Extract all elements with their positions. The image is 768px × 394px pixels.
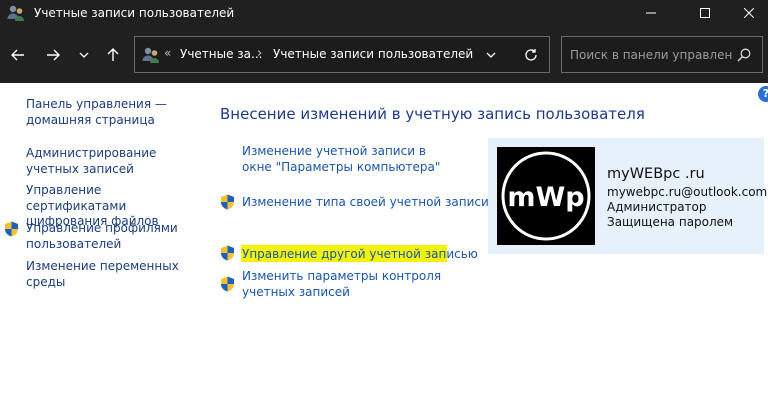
avatar: mWp xyxy=(497,147,595,245)
minimize-icon xyxy=(646,12,656,14)
users-icon xyxy=(7,5,24,21)
close-icon xyxy=(744,8,754,18)
task-link-manage-another-account[interactable]: Управление другой учетной записью xyxy=(242,247,478,263)
user-account-card: mWp myWEBpc .ru mywebpc.ru@outlook.com А… xyxy=(488,138,768,254)
avatar-text: mWp xyxy=(507,182,584,213)
chevron-down-icon xyxy=(486,52,496,58)
close-button[interactable] xyxy=(726,0,768,26)
breadcrumb-separator[interactable]: › xyxy=(257,46,262,61)
recent-locations-button[interactable] xyxy=(72,43,96,67)
search-box[interactable] xyxy=(561,36,763,73)
back-button[interactable] xyxy=(6,43,30,67)
forward-button[interactable] xyxy=(41,43,65,67)
maximize-icon xyxy=(700,8,710,18)
sidebar-item-environment-variables[interactable]: Изменение переменных среды xyxy=(26,259,201,290)
uac-shield-icon xyxy=(221,194,234,210)
user-password-status: Защищена паролем xyxy=(607,215,734,229)
task-link-uac-settings[interactable]: Изменить параметры контроля учетных запи… xyxy=(242,269,472,300)
page-title: Внесение изменений в учетную запись поль… xyxy=(220,105,645,123)
address-bar[interactable]: « Учетные за... › Учетные записи пользов… xyxy=(134,36,550,73)
avatar-logo: mWp xyxy=(501,151,591,241)
address-dropdown-button[interactable] xyxy=(483,47,499,63)
refresh-icon xyxy=(525,49,537,61)
task-link-pc-settings[interactable]: Изменение учетной записи в окне "Парамет… xyxy=(242,144,442,175)
task-link-change-account-type[interactable]: Изменение типа своей учетной записи xyxy=(242,195,489,211)
maximize-button[interactable] xyxy=(682,0,728,26)
minimize-button[interactable] xyxy=(628,0,674,26)
search-icon[interactable] xyxy=(736,47,752,63)
search-input[interactable] xyxy=(562,37,732,72)
user-name: myWEBpc .ru xyxy=(607,166,705,182)
chevron-down-icon xyxy=(79,52,89,58)
navigation-bar: « Учетные за... › Учетные записи пользов… xyxy=(0,26,768,83)
up-button[interactable] xyxy=(101,43,125,67)
breadcrumb-overflow[interactable]: « xyxy=(164,46,171,60)
sidebar-item-user-profiles[interactable]: Управление профилями пользователей xyxy=(26,221,201,252)
window-title: Учетные записи пользователей xyxy=(34,6,235,20)
help-icon[interactable]: ? xyxy=(758,86,768,102)
users-icon xyxy=(142,47,159,63)
sidebar-item-account-administration[interactable]: Администрирование учетных записей xyxy=(26,146,201,177)
breadcrumb-item[interactable]: Учетные за... xyxy=(180,47,262,61)
user-email: mywebpc.ru@outlook.com xyxy=(607,185,768,199)
user-role: Администратор xyxy=(607,200,707,214)
breadcrumb-item-current[interactable]: Учетные записи пользователей xyxy=(273,47,473,61)
arrow-up-icon xyxy=(107,48,119,61)
uac-shield-icon xyxy=(221,245,234,261)
title-bar: Учетные записи пользователей xyxy=(0,0,768,26)
sidebar-item-control-panel-home[interactable]: Панель управления — домашняя страница xyxy=(26,97,201,128)
arrow-left-icon xyxy=(11,49,24,61)
uac-shield-icon xyxy=(221,276,234,292)
refresh-button[interactable] xyxy=(522,46,540,64)
uac-shield-icon xyxy=(5,221,18,237)
arrow-right-icon xyxy=(47,49,60,61)
